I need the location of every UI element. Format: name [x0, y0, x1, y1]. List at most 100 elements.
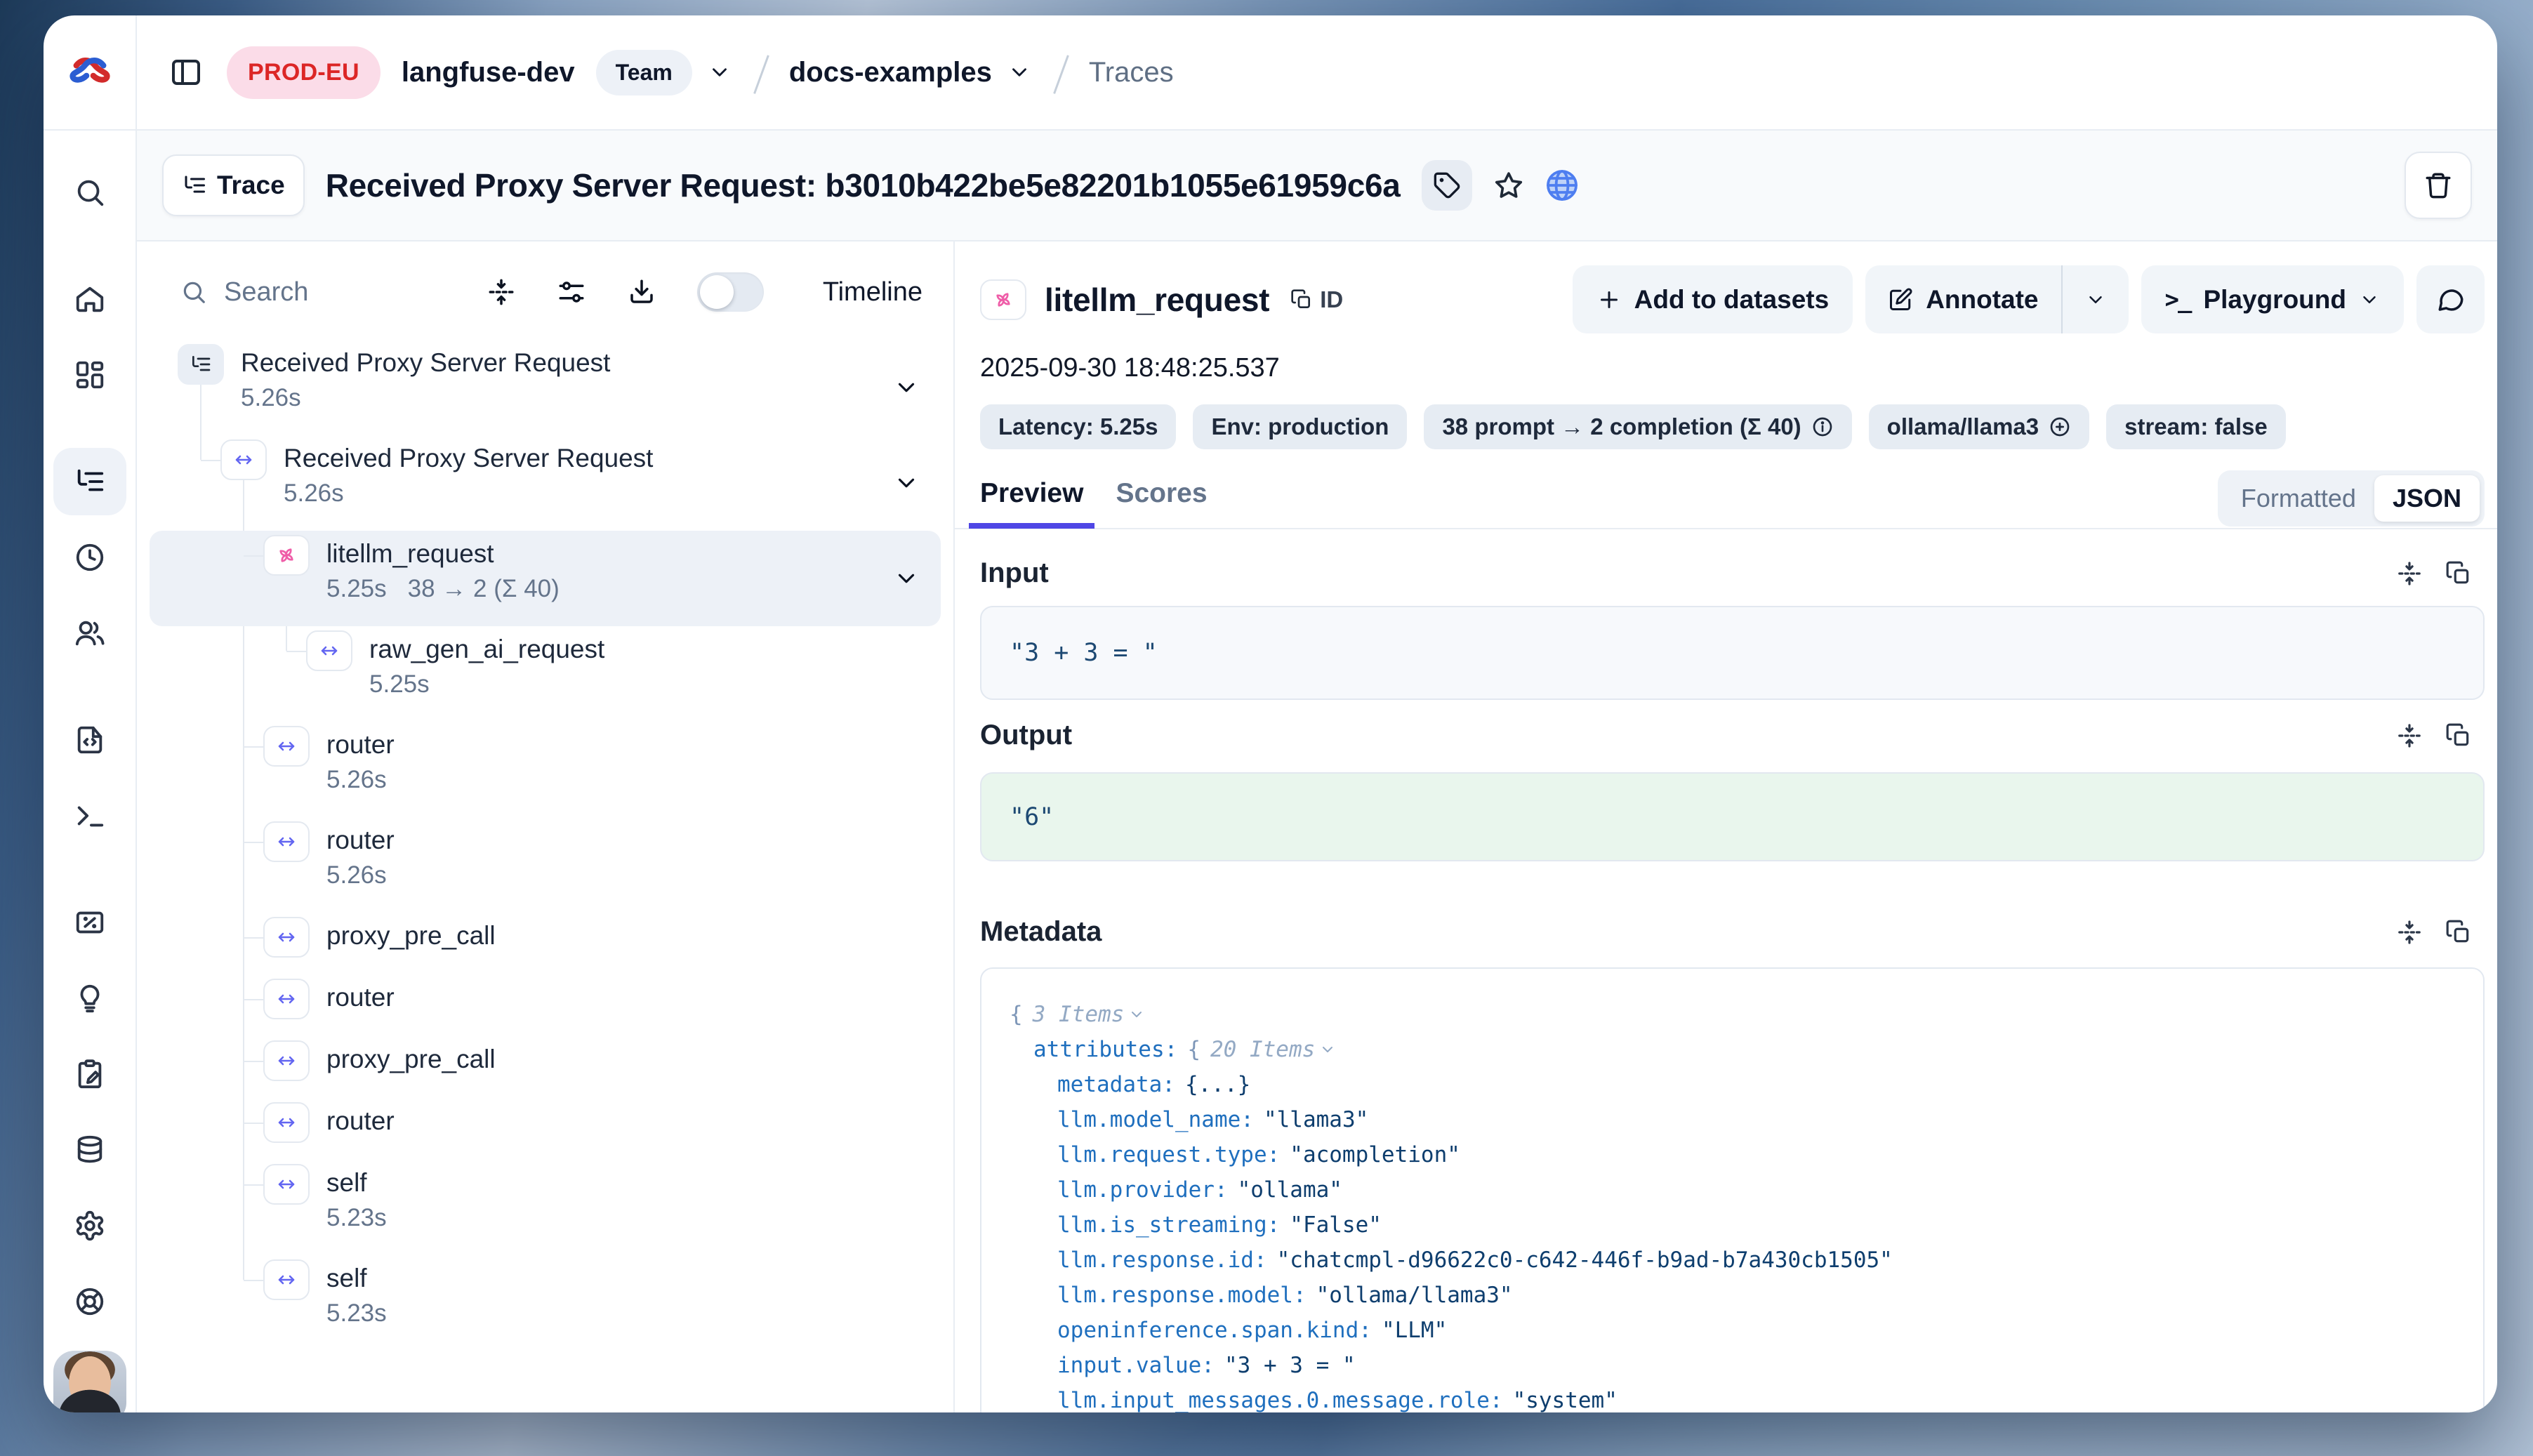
format-toggle: Formatted JSON: [2218, 470, 2485, 527]
copy-icon[interactable]: [2445, 919, 2472, 946]
span-icon: [263, 1102, 310, 1143]
span-icon: [263, 1040, 310, 1081]
chevron-down-icon: [1128, 1006, 1145, 1023]
json-row: llm.input_messages.0.message.role:"syste…: [1010, 1383, 2455, 1412]
copy-icon[interactable]: [2445, 560, 2472, 587]
public-globe-icon[interactable]: [1545, 168, 1579, 202]
json-row[interactable]: metadata:{...}: [1010, 1067, 2455, 1102]
sidebar-prompts-icon[interactable]: [53, 706, 126, 774]
observation-name: proxy_pre_call: [326, 920, 496, 952]
org-chevron-down-icon[interactable]: [708, 60, 732, 84]
json-row: llm.request.type:"acompletion": [1010, 1137, 2455, 1172]
tree-row-span[interactable]: router 5.26s: [150, 722, 941, 817]
json-row: llm.is_streaming:"False": [1010, 1207, 2455, 1243]
span-icon: [263, 1164, 310, 1205]
comments-button[interactable]: [2416, 265, 2485, 333]
trace-badge-label: Trace: [217, 171, 285, 200]
sidebar-evaluators-icon[interactable]: [53, 889, 126, 956]
model-chip[interactable]: ollama/llama3: [1869, 404, 2089, 449]
collapse-all-icon[interactable]: [487, 277, 516, 307]
sidebar-home-icon[interactable]: [53, 265, 126, 333]
sidebar-users-icon[interactable]: [53, 600, 126, 667]
display-settings-icon[interactable]: [557, 277, 586, 307]
trace-type-badge: Trace: [162, 154, 305, 216]
org-logo-knot-icon[interactable]: [70, 52, 110, 93]
top-navigation: PROD-EU langfuse-dev Team docs-examples …: [44, 15, 2497, 131]
chevron-down-icon[interactable]: [893, 565, 920, 592]
span-icon: [263, 917, 310, 958]
chevron-down-icon[interactable]: [893, 374, 920, 401]
annotate-button[interactable]: Annotate: [1865, 265, 2061, 333]
tree-row-span[interactable]: raw_gen_ai_request 5.25s: [150, 626, 941, 722]
collapse-section-icon[interactable]: [2396, 722, 2423, 749]
json-row: llm.response.id:"chatcmpl-d96622c0-c642-…: [1010, 1243, 2455, 1278]
observation-name: Received Proxy Server Request: [241, 347, 610, 379]
detail-header: litellm_request ID Add to datasets: [980, 265, 2485, 333]
tree-toolbar: Timeline: [137, 241, 953, 312]
tree-search[interactable]: [180, 277, 433, 307]
tree-row-span[interactable]: router: [150, 974, 941, 1036]
playground-button[interactable]: >_ Playground: [2141, 265, 2404, 333]
tab-scores[interactable]: Scores: [1116, 478, 1207, 519]
json-row[interactable]: {3 Items: [1010, 997, 2455, 1032]
latency-chip: Latency: 5.25s: [980, 404, 1176, 449]
tab-preview[interactable]: Preview: [980, 478, 1083, 519]
sidebar-support-icon[interactable]: [53, 1268, 126, 1335]
sidebar-settings-icon[interactable]: [53, 1192, 126, 1259]
sidebar-datasets-icon[interactable]: [53, 1116, 126, 1184]
tree-row-span[interactable]: self 5.23s: [150, 1160, 941, 1255]
project-chevron-down-icon[interactable]: [1007, 60, 1031, 84]
breadcrumb: PROD-EU langfuse-dev Team docs-examples …: [137, 15, 2497, 129]
token-usage-chip[interactable]: 38 prompt → 2 completion (Σ 40): [1424, 404, 1851, 449]
sidebar-sessions-icon[interactable]: [53, 524, 126, 591]
tabs-divider: [955, 528, 2497, 529]
annotate-dropdown-chevron-icon[interactable]: [2063, 265, 2129, 333]
timeline-toggle[interactable]: [697, 272, 764, 312]
icon-sidebar: [44, 131, 137, 1412]
tree-row-span[interactable]: self 5.23s: [150, 1255, 941, 1351]
sidebar-dashboard-icon[interactable]: [53, 341, 126, 409]
user-avatar[interactable]: [53, 1351, 126, 1412]
org-name[interactable]: langfuse-dev: [402, 57, 575, 88]
copy-id[interactable]: ID: [1290, 286, 1343, 313]
span-icon: [220, 439, 267, 480]
sidebar-toggle-icon[interactable]: [166, 53, 206, 92]
bookmark-star-icon[interactable]: [1493, 170, 1524, 201]
add-to-datasets-button[interactable]: Add to datasets: [1573, 265, 1853, 333]
tree-row-generation-selected[interactable]: litellm_request 5.25s38 → 2 (Σ 40): [150, 531, 941, 626]
json-row[interactable]: attributes:{20 Items: [1010, 1032, 2455, 1067]
copy-icon[interactable]: [2445, 722, 2472, 749]
chevron-down-icon[interactable]: [893, 470, 920, 496]
tree-row-span[interactable]: proxy_pre_call: [150, 1036, 941, 1098]
message-bubble-icon: [2436, 285, 2466, 315]
delete-trace-button[interactable]: [2405, 152, 2472, 219]
tag-icon[interactable]: [1422, 160, 1472, 211]
sidebar-search-icon[interactable]: [53, 159, 126, 226]
format-option-json[interactable]: JSON: [2374, 475, 2480, 522]
collapse-section-icon[interactable]: [2396, 560, 2423, 587]
chevron-down-icon: [1319, 1041, 1336, 1058]
observation-name: litellm_request: [326, 538, 560, 570]
sidebar-llm-judge-icon[interactable]: [53, 965, 126, 1032]
breadcrumb-section-traces[interactable]: Traces: [1089, 57, 1174, 88]
input-section-label: Input: [980, 557, 1049, 589]
output-value: "6": [1010, 803, 1054, 831]
tree-row-span[interactable]: Received Proxy Server Request 5.26s: [150, 435, 941, 531]
tree-row-span[interactable]: proxy_pre_call: [150, 913, 941, 974]
id-label: ID: [1320, 286, 1343, 313]
collapse-section-icon[interactable]: [2396, 919, 2423, 946]
annotate-button-group: Annotate: [1865, 265, 2128, 333]
json-row: llm.model_name:"llama3": [1010, 1102, 2455, 1137]
tree-row-span[interactable]: router: [150, 1098, 941, 1160]
tree-row-span[interactable]: router 5.26s: [150, 817, 941, 913]
sidebar-annotation-icon[interactable]: [53, 1040, 126, 1108]
project-name[interactable]: docs-examples: [789, 57, 992, 88]
sidebar-playground-icon[interactable]: [53, 782, 126, 849]
search-icon: [180, 279, 207, 305]
tree-row-trace-root[interactable]: Received Proxy Server Request 5.26s: [150, 340, 941, 435]
format-option-formatted[interactable]: Formatted: [2223, 475, 2374, 522]
download-icon[interactable]: [627, 277, 656, 307]
sidebar-tracing-icon[interactable]: [53, 448, 126, 515]
search-input[interactable]: [224, 277, 399, 307]
span-icon: [263, 1259, 310, 1300]
